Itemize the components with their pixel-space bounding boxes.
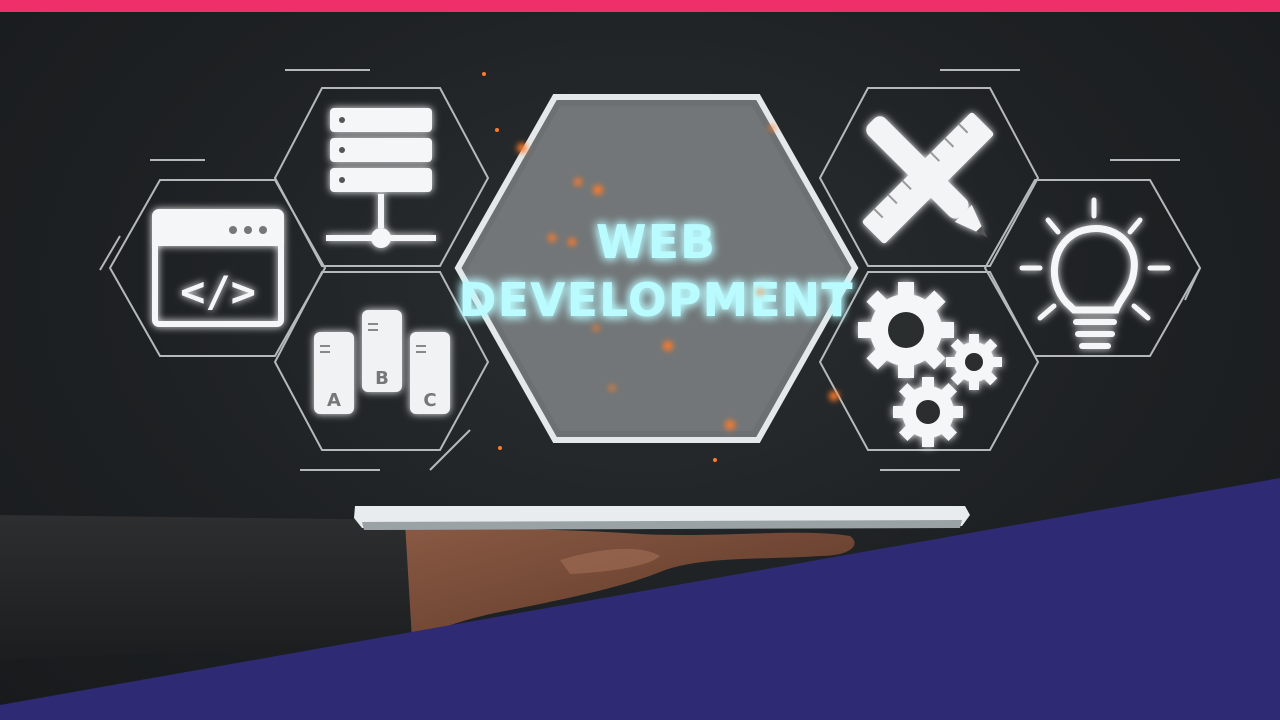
gears-icon: [858, 282, 1002, 447]
server-network-icon: [326, 108, 436, 248]
pencil-ruler-icon: [862, 112, 994, 244]
web-development-banner: WEB DEVELOPMENT </> A B C: [0, 0, 1280, 720]
lightbulb-icon: [1019, 197, 1171, 349]
code-window-icon: </>: [152, 209, 284, 327]
abc-database-icon: A B C: [314, 310, 450, 414]
title-line-2: DEVELOPMENT: [458, 273, 853, 327]
accent-top-bar-overlay: [0, 0, 1280, 12]
title-line-1: WEB: [596, 215, 716, 269]
abc-label-b: B: [375, 368, 389, 389]
abc-label-a: A: [327, 390, 341, 411]
svg-text:</>: </>: [180, 267, 256, 316]
illustration: WEB DEVELOPMENT </> A B C: [0, 69, 1280, 720]
tablet: [354, 506, 970, 530]
abc-label-c: C: [423, 390, 436, 411]
